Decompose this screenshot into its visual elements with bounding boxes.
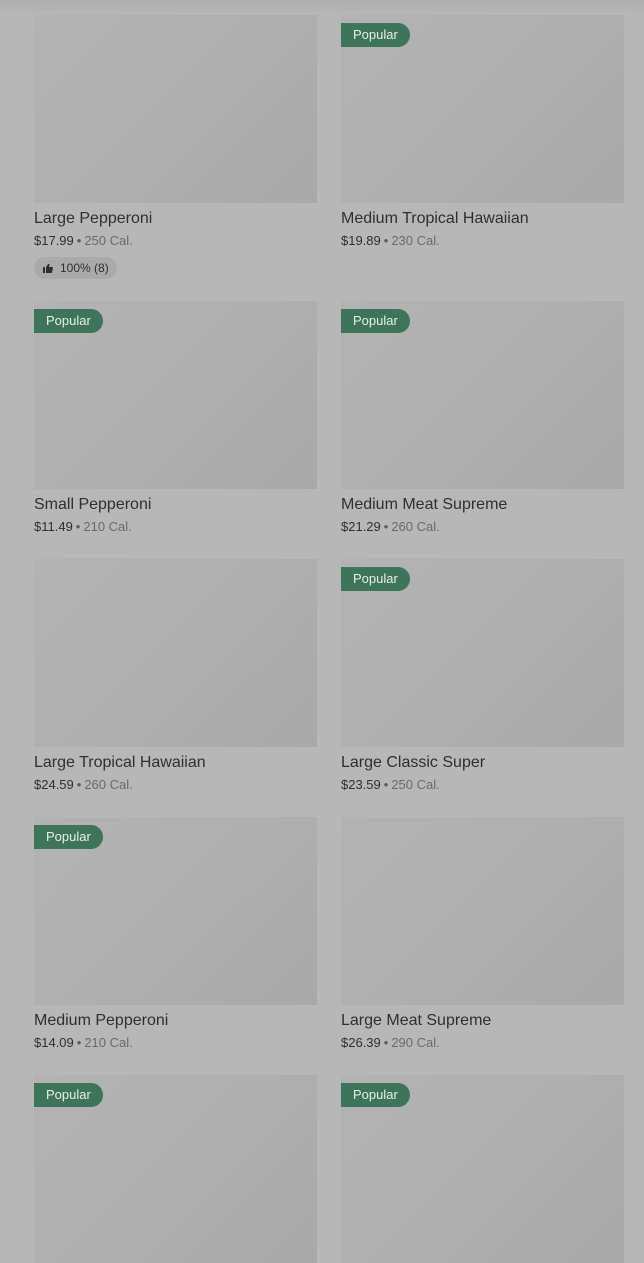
popular-badge: Popular xyxy=(341,567,410,591)
item-price: $26.39 xyxy=(341,1035,381,1050)
meta-separator: • xyxy=(383,777,389,792)
menu-item-card[interactable]: Popular Large Classic Super $23.59 • 250 C… xyxy=(341,559,624,795)
item-image: Popular xyxy=(34,1075,317,1263)
item-meta: $17.99 • 250 Cal. xyxy=(34,231,317,251)
item-calories: 250 Cal. xyxy=(391,777,440,792)
item-meta: $19.89 • 230 Cal. xyxy=(341,231,624,251)
popular-badge: Popular xyxy=(34,309,103,333)
item-meta: $21.29 • 260 Cal. xyxy=(341,517,624,537)
meta-separator: • xyxy=(383,233,389,248)
item-price: $24.59 xyxy=(34,777,74,792)
menu-item-card[interactable]: Large Tropical Hawaiian $24.59 • 260 Cal. xyxy=(34,559,317,795)
item-price: $21.29 xyxy=(341,519,381,534)
item-calories: 250 Cal. xyxy=(84,233,133,248)
item-price: $23.59 xyxy=(341,777,381,792)
item-name: Medium Pepperoni xyxy=(34,1012,169,1029)
item-name: Medium Meat Supreme xyxy=(341,496,508,513)
popular-badge: Popular xyxy=(341,23,410,47)
item-name: Large Tropical Hawaiian xyxy=(34,754,206,771)
item-calories: 230 Cal. xyxy=(391,233,440,248)
popular-badge: Popular xyxy=(341,309,410,333)
item-image xyxy=(34,15,317,203)
item-name: Large Classic Super xyxy=(341,754,486,771)
item-calories: 210 Cal. xyxy=(83,519,132,534)
popular-badge: Popular xyxy=(341,1083,410,1107)
meta-separator: • xyxy=(383,1035,389,1050)
thumbs-up-icon xyxy=(43,263,54,273)
scroll-top-shadow xyxy=(0,0,644,14)
meta-separator: • xyxy=(76,233,82,248)
item-meta: $24.59 • 260 Cal. xyxy=(34,775,317,795)
popular-badge: Popular xyxy=(34,1083,103,1107)
item-meta: $14.09 • 210 Cal. xyxy=(34,1033,317,1053)
meta-separator: • xyxy=(383,519,389,534)
item-image xyxy=(341,817,624,1005)
item-name: Small Pepperoni xyxy=(34,496,152,513)
item-price: $19.89 xyxy=(341,233,381,248)
item-image: Popular xyxy=(34,817,317,1005)
item-calories: 260 Cal. xyxy=(391,519,440,534)
item-price: $17.99 xyxy=(34,233,74,248)
meta-separator: • xyxy=(76,1035,82,1050)
item-name: Medium Tropical Hawaiian xyxy=(341,210,529,227)
menu-item-card[interactable]: Popular Medium Meat Supreme $21.29 • 260 C… xyxy=(341,301,624,537)
item-calories: 260 Cal. xyxy=(84,777,133,792)
item-name: Large Meat Supreme xyxy=(341,1012,492,1029)
item-image: Popular xyxy=(341,559,624,747)
item-meta: $11.49 • 210 Cal. xyxy=(34,517,317,537)
item-image xyxy=(34,559,317,747)
rating-pill: 100% (8) xyxy=(34,257,117,279)
meta-separator: • xyxy=(76,777,82,792)
item-price: $11.49 xyxy=(34,519,73,534)
item-image: Popular xyxy=(34,301,317,489)
menu-item-card[interactable]: Popular Medium Tropical Hawaiian $19.89 •… xyxy=(341,15,624,251)
popular-badge: Popular xyxy=(34,825,103,849)
item-calories: 290 Cal. xyxy=(391,1035,440,1050)
item-image: Popular xyxy=(341,1075,624,1263)
menu-item-card[interactable]: Popular xyxy=(34,1075,317,1263)
menu-item-card[interactable]: Popular Medium Pepperoni $14.09 • 210 Cal. xyxy=(34,817,317,1053)
item-meta: $23.59 • 250 Cal. xyxy=(341,775,624,795)
item-image: Popular xyxy=(341,301,624,489)
menu-item-card[interactable]: Large Pepperoni $17.99 • 250 Cal. 100% (8) xyxy=(34,15,317,279)
menu-item-card[interactable]: Popular xyxy=(341,1075,624,1263)
rating-value: 100% (8) xyxy=(60,261,109,275)
item-price: $14.09 xyxy=(34,1035,74,1050)
item-meta: $26.39 • 290 Cal. xyxy=(341,1033,624,1053)
item-calories: 210 Cal. xyxy=(84,1035,133,1050)
meta-separator: • xyxy=(75,519,81,534)
item-name: Large Pepperoni xyxy=(34,210,153,227)
menu-item-card[interactable]: Large Meat Supreme $26.39 • 290 Cal. xyxy=(341,817,624,1053)
menu-item-card[interactable]: Popular Small Pepperoni $11.49 • 210 Cal. xyxy=(34,301,317,537)
item-image: Popular xyxy=(341,15,624,203)
